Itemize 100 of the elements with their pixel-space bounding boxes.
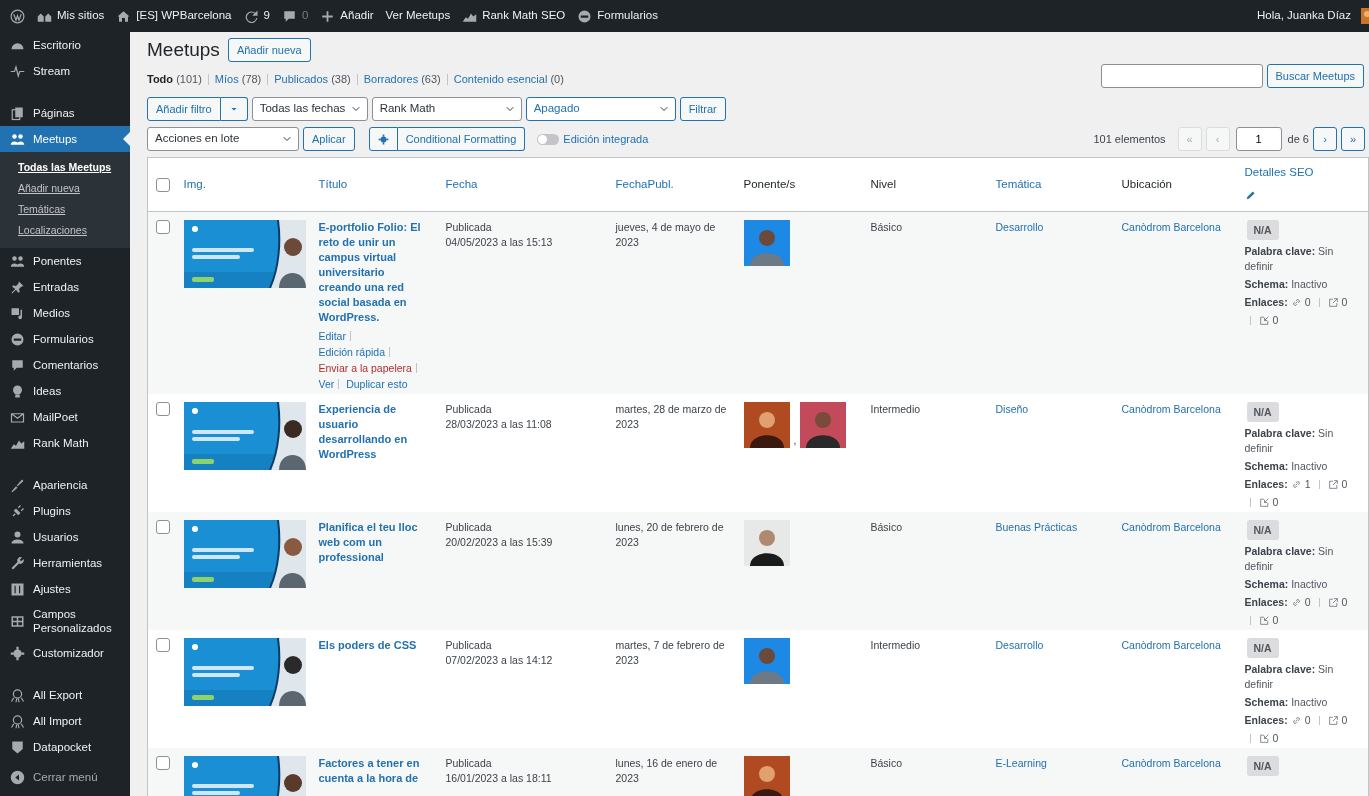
column-header[interactable]: Temática [995,177,1042,190]
status-text: Publicada [445,638,493,653]
schema-text: Schema: Inactivo [1244,277,1329,292]
admin-bar-item[interactable]: Añadir [314,7,380,25]
location-link[interactable]: Canòdrom Barcelona [1121,639,1221,651]
sidebar-item[interactable]: Ajustes [0,576,130,602]
topic-link[interactable]: Desarrollo [995,639,1044,651]
sidebar-item[interactable]: Medios [0,300,130,326]
apply-button[interactable]: Aplicar [303,127,355,151]
checkbox[interactable] [156,177,170,192]
add-new-button[interactable]: Añadir nueva [227,38,311,62]
sidebar-item[interactable]: Herramientas [0,550,130,576]
search-button[interactable]: Buscar Meetups [1266,64,1364,88]
toggle-label[interactable]: Edición integrada [563,130,649,148]
sidebar-item[interactable]: Ideas [0,378,130,404]
submenu-item[interactable]: Todas las Meetups [0,157,130,178]
checkbox[interactable] [156,520,170,534]
pagination-button[interactable]: » [1341,127,1365,151]
greeting-link[interactable]: Hola, Juanka Díaz [1251,7,1357,25]
filter-select[interactable]: Apagado [525,97,676,121]
topic-link[interactable]: Desarrollo [995,221,1044,233]
sidebar-item[interactable]: Customizador [0,640,130,666]
sidebar-item[interactable]: Entradas [0,274,130,300]
topic-link[interactable]: E-Learning [995,757,1047,769]
topic-link[interactable]: Diseño [995,403,1029,415]
sidebar-item[interactable]: All Import [0,708,130,734]
column-header[interactable]: Fecha [445,177,478,190]
keyword-text: Palabra clave: Sin definir [1244,244,1335,274]
sidebar-item[interactable]: Escritorio [0,32,130,58]
dropdown-toggle-button[interactable] [220,97,248,121]
action-link[interactable]: Editar [318,330,346,342]
score-badge: N/A [1246,220,1279,240]
admin-bar-item[interactable]: Formularios [571,7,664,25]
column-header[interactable]: Título [318,177,348,190]
filter-button[interactable]: Filtrar [679,97,726,121]
view-link[interactable]: Borradores (63) [356,73,447,85]
status-text: Publicada [445,756,493,771]
action-link[interactable]: Duplicar esto [346,378,408,390]
post-title-link[interactable]: Els poders de CSS [318,638,430,653]
admin-bar-item[interactable]: Rank Math SEO [456,7,572,25]
sidebar-item[interactable]: MailPoet [0,404,130,430]
checkbox[interactable] [156,402,170,416]
add-filter-button[interactable]: Añadir filtro [147,97,221,121]
trash-link[interactable]: Enviar a la papelera [318,362,412,374]
post-title-link[interactable]: E-portfolio Folio: El reto de unir un campus virtual universitario creando una red social basada en WordPress. [318,220,430,325]
sidebar-item[interactable]: Rank Math [0,430,130,456]
toggle-switch[interactable] [537,133,560,145]
admin-bar-item[interactable]: 9 [237,7,276,25]
checkbox[interactable] [156,220,170,234]
view-link[interactable]: Contenido esencial (0) [446,73,570,85]
links-label: Enlaces: [1244,595,1288,610]
checkbox[interactable] [156,638,170,652]
topic-link[interactable]: Buenas Prácticas [995,521,1078,533]
checkbox[interactable] [156,756,170,770]
admin-bar-item[interactable]: 0 [275,7,315,25]
pulse-icon [10,63,25,79]
sidebar-item[interactable]: Páginas [0,100,130,126]
sidebar-item[interactable]: Formularios [0,326,130,352]
post-title-link[interactable]: Experiencia de usuario desarrollando en WordPress [318,402,430,462]
action-link[interactable]: Ver [318,378,335,390]
sidebar-item[interactable]: Plugins [0,498,130,524]
sidebar-item[interactable]: Stream [0,58,130,84]
filter-select[interactable]: Todas las fechas [251,97,368,121]
collapse-menu-button[interactable]: Cerrar menú [0,764,130,790]
location-link[interactable]: Canòdrom Barcelona [1121,403,1221,415]
submenu-item[interactable]: Localizaciones [0,220,130,241]
location-link[interactable]: Canòdrom Barcelona [1121,521,1221,533]
settings-button[interactable] [368,127,398,151]
search-field[interactable] [1100,64,1263,88]
admin-bar-item[interactable]: [ES] WPBarcelona [110,7,238,25]
admin-bar-item[interactable]: Ver Meetups [379,7,457,25]
sidebar-item[interactable]: Ponentes [0,248,130,274]
sidebar-item[interactable]: Meetups [0,126,130,152]
sidebar-item[interactable]: Usuarios [0,524,130,550]
count-text: 0 [1304,295,1311,310]
user-icon [10,529,25,545]
location-link[interactable]: Canòdrom Barcelona [1121,221,1221,233]
view-link[interactable]: Todo (101) [147,73,208,85]
submenu-item[interactable]: Temáticas [0,199,130,220]
admin-bar-item[interactable]: Mis sitios [31,7,111,25]
sidebar-item[interactable]: Campos Personalizados [0,602,130,640]
pagination-button[interactable]: › [1313,127,1337,151]
sidebar-item[interactable]: Datapocket [0,734,130,760]
sidebar-item[interactable]: Comentarios [0,352,130,378]
page-field[interactable]: 1 [1235,127,1282,151]
conditional-formatting-button[interactable]: Conditional Formatting [397,127,526,151]
view-link[interactable]: Publicados (38) [267,73,357,85]
sidebar-item[interactable]: All Export [0,682,130,708]
sidebar-item[interactable]: Apariencia [0,472,130,498]
action-link[interactable]: Edición rápida [318,346,386,358]
bulk-actions-select[interactable]: Acciones en lote [147,127,299,151]
link-icon [1290,597,1302,608]
filter-select[interactable]: Rank Math [371,97,522,121]
status-text: Publicada [445,520,493,535]
view-link[interactable]: Míos (78) [207,73,268,85]
column-header[interactable]: Img. [183,177,206,190]
column-header[interactable]: Detalles SEO [1244,164,1360,182]
column-header[interactable]: FechaPubl. [615,177,674,190]
submenu-item[interactable]: Añadir nueva [0,178,130,199]
date-text: 04/05/2023 a las 15:13 [445,235,554,250]
